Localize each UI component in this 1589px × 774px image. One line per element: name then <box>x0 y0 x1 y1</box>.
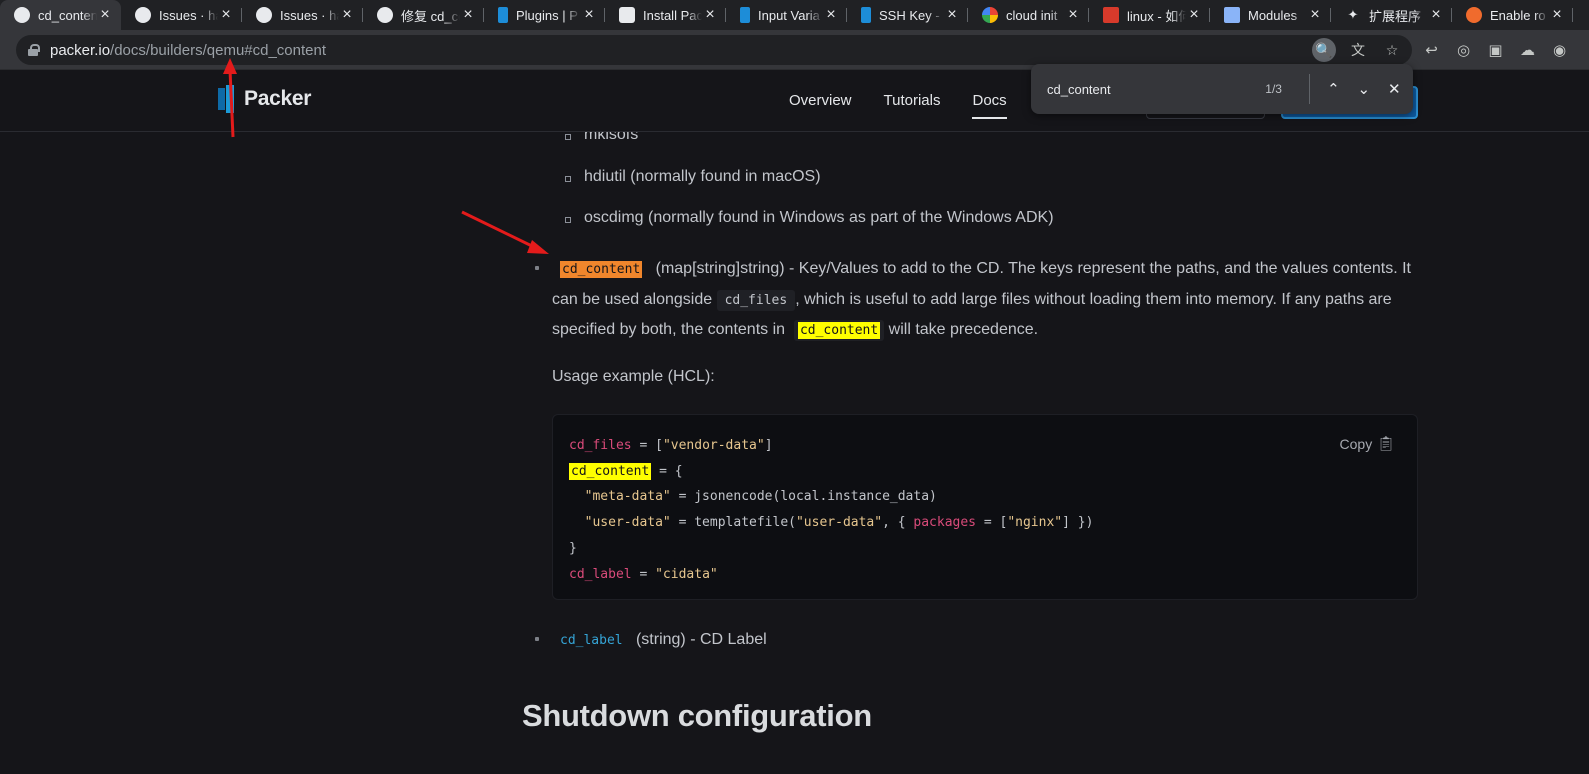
github-icon <box>135 7 151 23</box>
cat-extension-icon[interactable]: ◉ <box>1548 38 1571 61</box>
browser-tab[interactable]: ✦ 扩展程序 × <box>1331 0 1452 30</box>
tab-close-icon[interactable]: × <box>1186 7 1202 23</box>
browser-tab[interactable]: linux - 如何 × <box>1089 0 1210 30</box>
browser-tab[interactable]: cloud init × <box>968 0 1089 30</box>
tab-close-icon[interactable]: × <box>97 7 113 23</box>
browser-tab[interactable]: Modules × <box>1210 0 1331 30</box>
tab-close-icon[interactable]: × <box>218 7 234 23</box>
translate-icon[interactable]: 文 <box>1346 38 1370 62</box>
cd-label-param-name[interactable]: cd_label <box>560 633 623 648</box>
tab-close-icon[interactable]: × <box>1307 7 1323 23</box>
packer-logo[interactable]: Packer <box>218 85 311 113</box>
nav-tutorials[interactable]: Tutorials <box>884 92 941 109</box>
reply-extension-icon[interactable]: ↩ <box>1420 38 1443 61</box>
packer-icon <box>498 7 508 23</box>
tab-strip: cd_content × Issues · ha × Issues · ha × 修复 cd… <box>0 0 1589 30</box>
ubuntu-icon <box>1466 7 1482 23</box>
usage-label: Usage example (HCL): <box>552 368 715 385</box>
tab-close-icon[interactable]: × <box>944 7 960 23</box>
code-block: cd_files = ["vendor-data"] cd_content = … <box>552 414 1418 600</box>
find-in-page-icon[interactable]: 🔍 <box>1312 38 1336 62</box>
browser-tab[interactable]: Issues · ha × <box>121 0 242 30</box>
tab-title: cd_content <box>38 7 97 23</box>
tab-title: Plugins | P <box>516 7 578 23</box>
tab-title: 修复 cd_co <box>401 8 460 24</box>
tab-title: Issues · ha <box>159 7 218 23</box>
browser-tab[interactable]: Issues · ha × <box>242 0 363 30</box>
tab-close-icon[interactable]: × <box>460 7 476 23</box>
cd-content-description: cd_content (map[string]string) - Key/Val… <box>552 254 1432 346</box>
tab-close-icon[interactable]: × <box>339 7 355 23</box>
tab-title: linux - 如何 <box>1127 8 1186 24</box>
find-match-count: 1/3 <box>1265 82 1282 96</box>
tab-close-icon[interactable]: × <box>1065 7 1081 23</box>
sub-list-item: oscdimg (normally found in Windows as pa… <box>565 209 1054 226</box>
tab-title: Issues · ha <box>280 7 339 23</box>
cd-label-description: cd_label (string) - CD Label <box>560 631 767 648</box>
sub-list-item: mkisofs <box>564 132 638 144</box>
tab-close-icon[interactable]: × <box>581 7 597 23</box>
address-bar[interactable]: packer.io/docs/builders/qemu#cd_content … <box>16 35 1412 65</box>
find-input[interactable]: cd_content <box>1047 82 1252 97</box>
robot-extension-icon[interactable]: ▣ <box>1484 38 1507 61</box>
github-icon <box>377 7 393 23</box>
tab-title: Input Varia <box>758 7 820 23</box>
tab-close-icon[interactable]: × <box>823 7 839 23</box>
browser-tab[interactable]: SSH Key - × <box>847 0 968 30</box>
browser-tab[interactable]: Enable ro × <box>1452 0 1573 30</box>
clipboard-icon: 📋︎ <box>1377 435 1395 451</box>
packer-icon <box>861 7 871 23</box>
inline-code-cd-content: cd_content <box>797 322 881 339</box>
tab-title: Modules <box>1248 7 1298 23</box>
tab-title: 扩展程序 <box>1369 8 1422 24</box>
find-previous-icon[interactable]: ⌃ <box>1322 77 1345 101</box>
list-bullet <box>535 637 539 641</box>
find-close-icon[interactable]: ✕ <box>1383 77 1406 101</box>
copy-button[interactable]: Copy 📋︎ <box>1340 435 1395 452</box>
url-text[interactable]: packer.io/docs/builders/qemu#cd_content <box>50 42 326 59</box>
cd-content-param-name[interactable]: cd_content <box>560 261 643 278</box>
github-icon <box>14 7 30 23</box>
tab-title: Install Pac <box>643 7 702 23</box>
browser-tab[interactable]: Plugins | P × <box>484 0 605 30</box>
bookmark-star-icon[interactable]: ☆ <box>1380 38 1404 62</box>
hashicorp-icon <box>619 7 635 23</box>
csdn-icon <box>1103 7 1119 23</box>
browser-tab[interactable]: Install Pac × <box>605 0 726 30</box>
circle-extension-icon[interactable]: ◎ <box>1452 38 1475 61</box>
cloud-extension-icon[interactable]: ☁ <box>1516 38 1539 61</box>
tab-title: cloud init <box>1006 7 1058 23</box>
github-icon <box>256 7 272 23</box>
inline-code-cd-files: cd_files <box>716 289 796 311</box>
site-nav: Overview Tutorials Docs <box>789 92 1007 119</box>
lock-icon[interactable] <box>28 44 40 56</box>
packer-logo-icon <box>218 85 236 113</box>
nav-docs[interactable]: Docs <box>972 92 1007 119</box>
browser-tab[interactable]: cd_content × <box>0 0 121 30</box>
tab-close-icon[interactable]: × <box>1428 7 1444 23</box>
nav-overview[interactable]: Overview <box>789 92 852 109</box>
tab-title: Enable ro <box>1490 7 1546 23</box>
docs-content: mkisofs hdiutil (normally found in macOS… <box>0 132 1589 774</box>
modules-icon <box>1224 7 1240 23</box>
tab-close-icon[interactable]: × <box>1549 7 1565 23</box>
tab-close-icon[interactable]: × <box>702 7 718 23</box>
code-content: cd_files = ["vendor-data"] cd_content = … <box>569 438 1094 582</box>
list-bullet <box>535 266 539 270</box>
section-heading: Shutdown configuration <box>522 698 872 733</box>
tab-title: SSH Key - <box>879 7 940 23</box>
find-next-icon[interactable]: ⌄ <box>1352 77 1375 101</box>
extension-icon: ✦ <box>1347 7 1359 22</box>
sub-list-item: hdiutil (normally found in macOS) <box>565 168 821 185</box>
packer-icon <box>740 7 750 23</box>
google-icon <box>982 7 998 23</box>
browser-tab[interactable]: Input Varia × <box>726 0 847 30</box>
browser-tab[interactable]: 修复 cd_co × <box>363 0 484 30</box>
find-bar: cd_content 1/3 ⌃ ⌄ ✕ <box>1031 64 1413 114</box>
